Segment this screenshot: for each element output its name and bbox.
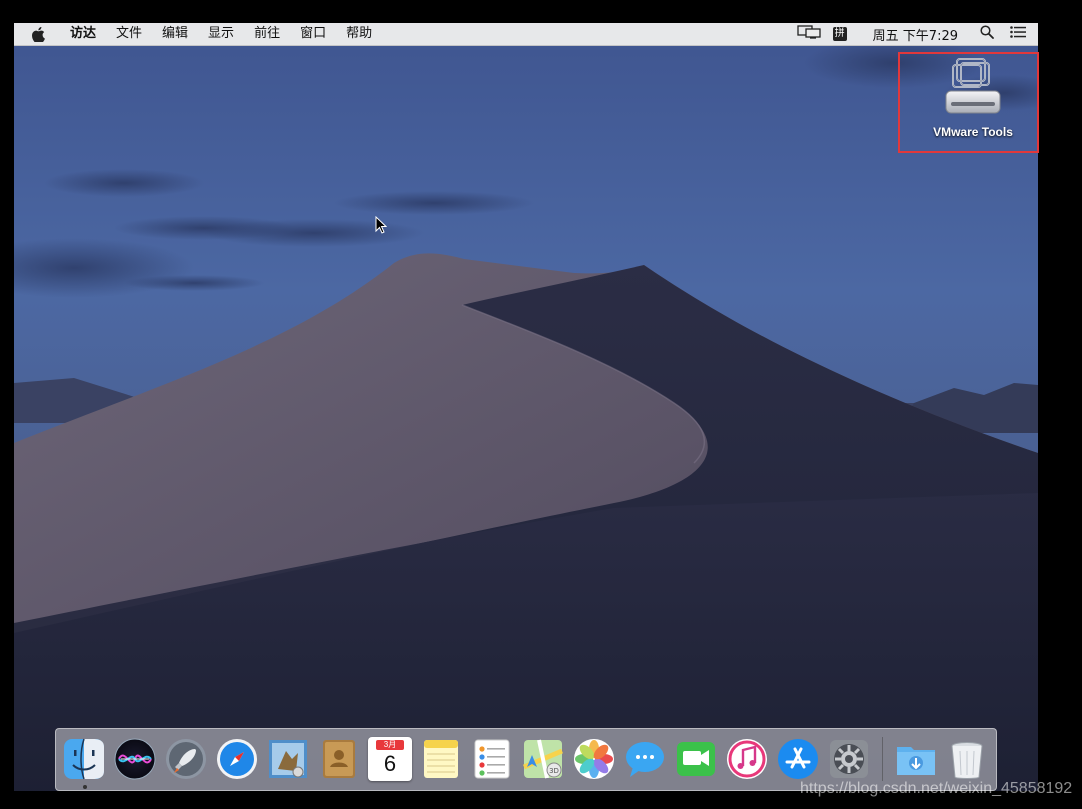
facetime-icon[interactable] xyxy=(674,737,718,781)
notes-icon[interactable] xyxy=(419,737,463,781)
contacts-icon[interactable] xyxy=(317,737,361,781)
maps-icon[interactable]: 3D xyxy=(521,737,565,781)
itunes-icon[interactable] xyxy=(725,737,769,781)
svg-text:3D: 3D xyxy=(549,767,559,775)
menu-help[interactable]: 帮助 xyxy=(336,23,382,45)
display-mirroring-icon[interactable] xyxy=(797,25,821,43)
system-preferences-icon[interactable] xyxy=(827,737,871,781)
siri-icon[interactable] xyxy=(113,737,157,781)
menu-finder[interactable]: 访达 xyxy=(60,23,106,45)
photos-icon[interactable] xyxy=(572,737,616,781)
apple-logo-icon[interactable] xyxy=(32,26,48,42)
menu-bar: 访达 文件 编辑 显示 前往 窗口 帮助 拼 周五 下午7:29 xyxy=(14,23,1038,46)
app-store-icon[interactable] xyxy=(776,737,820,781)
reminders-icon[interactable] xyxy=(470,737,514,781)
vmware-tools-highlight-box xyxy=(898,52,1039,153)
downloads-folder-icon[interactable] xyxy=(894,737,938,781)
menu-file[interactable]: 文件 xyxy=(106,23,152,45)
menu-clock[interactable]: 周五 下午7:29 xyxy=(873,25,958,44)
calendar-month: 3月 xyxy=(376,740,404,750)
finder-icon[interactable] xyxy=(62,737,106,781)
calendar-icon[interactable]: 3月 6 xyxy=(368,737,412,781)
safari-icon[interactable] xyxy=(215,737,259,781)
csdn-watermark: https://blog.csdn.net/weixin_45858192 xyxy=(800,780,1073,797)
messages-icon[interactable] xyxy=(623,737,667,781)
macos-screen: 访达 文件 编辑 显示 前往 窗口 帮助 拼 周五 下午7:29 VMware … xyxy=(14,23,1038,791)
input-method-indicator[interactable]: 拼 xyxy=(832,27,847,41)
spotlight-search-icon[interactable] xyxy=(980,25,994,43)
menu-window[interactable]: 窗口 xyxy=(290,23,336,45)
launchpad-icon[interactable] xyxy=(164,737,208,781)
finder-running-indicator xyxy=(83,785,87,789)
calendar-day: 6 xyxy=(383,751,397,776)
dock-separator xyxy=(882,737,883,781)
menu-view[interactable]: 显示 xyxy=(198,23,244,45)
menu-edit[interactable]: 编辑 xyxy=(152,23,198,45)
mail-icon[interactable] xyxy=(266,737,310,781)
desktop-wallpaper xyxy=(14,23,1038,791)
notification-center-icon[interactable] xyxy=(1010,26,1026,42)
mouse-cursor-icon xyxy=(375,216,387,234)
menu-go[interactable]: 前往 xyxy=(244,23,290,45)
trash-icon[interactable] xyxy=(945,737,989,781)
status-area: 拼 周五 下午7:29 xyxy=(785,23,1038,45)
